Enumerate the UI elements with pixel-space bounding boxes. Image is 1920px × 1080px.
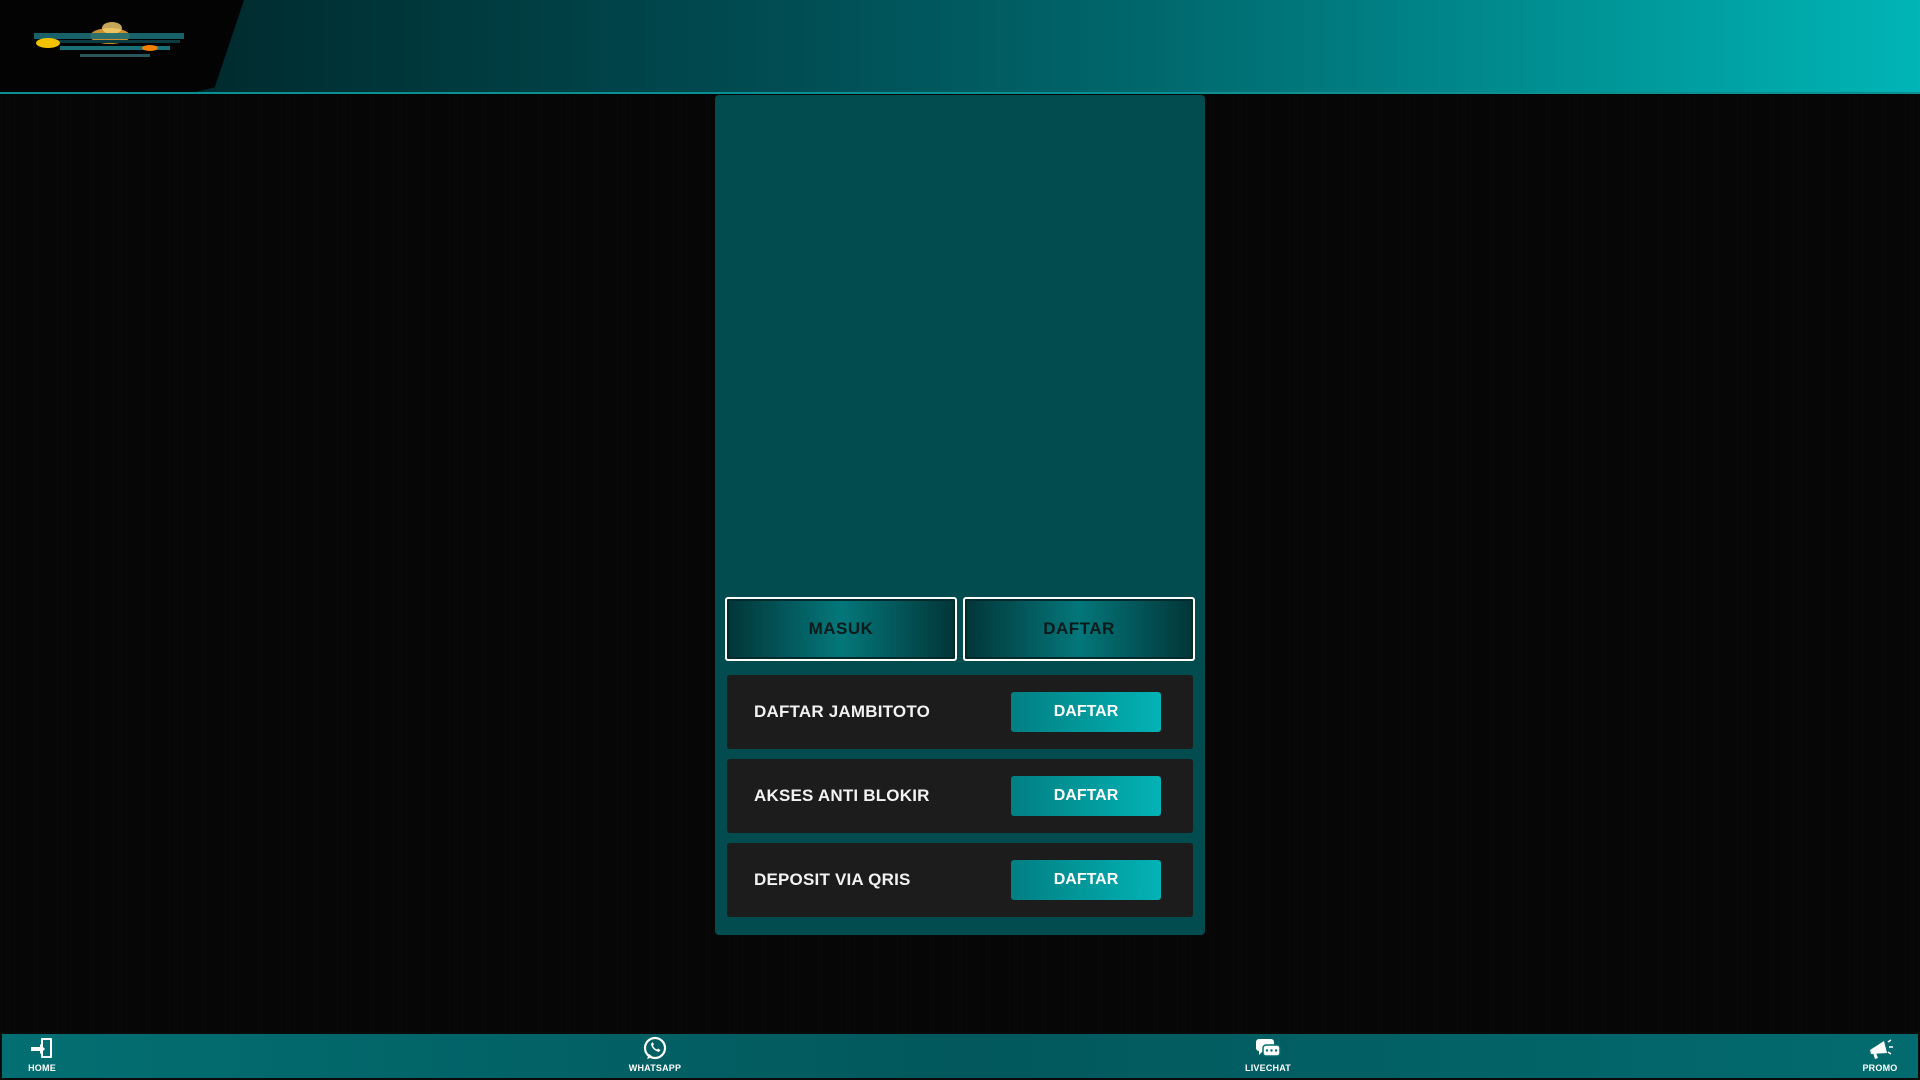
promo-card-label: DEPOSIT VIA QRIS (754, 870, 911, 889)
auth-buttons: MASUK DAFTAR (725, 597, 1195, 661)
promo-card-anti-block: AKSES ANTI BLOKIR DAFTAR (727, 759, 1193, 833)
promo-card-daftar-button[interactable]: DAFTAR (1011, 776, 1161, 816)
promo-card-register: DAFTAR JAMBITOTO DAFTAR (727, 675, 1193, 749)
nav-label: WHATSAPP (628, 1063, 682, 1073)
nav-whatsapp[interactable]: WHATSAPP (615, 1036, 695, 1080)
nav-label: LIVECHAT (1245, 1063, 1291, 1073)
site-logo[interactable] (30, 16, 188, 66)
logo-plate (0, 0, 244, 92)
login-button[interactable]: MASUK (725, 597, 957, 661)
promo-card-daftar-button[interactable]: DAFTAR (1011, 692, 1161, 732)
nav-label: HOME (28, 1063, 56, 1073)
whatsapp-icon (643, 1036, 667, 1060)
register-button[interactable]: DAFTAR (963, 597, 1195, 661)
chat-bubbles-icon (1256, 1039, 1281, 1057)
bottom-nav: HOME WHATSAPP LIVECHAT PROMO (0, 1032, 1920, 1080)
nav-label: PROMO (1862, 1063, 1898, 1073)
promo-card-label: AKSES ANTI BLOKIR (754, 786, 930, 805)
megaphone-icon (1870, 1039, 1893, 1059)
nav-home[interactable]: HOME (2, 1036, 82, 1080)
nav-promo[interactable]: PROMO (1840, 1036, 1920, 1080)
main-panel: MASUK DAFTAR DAFTAR JAMBITOTO DAFTAR AKS… (715, 95, 1205, 935)
top-header (0, 0, 1920, 94)
login-door-icon (31, 1038, 52, 1058)
nav-livechat[interactable]: LIVECHAT (1228, 1036, 1308, 1080)
promo-card-daftar-button[interactable]: DAFTAR (1011, 860, 1161, 900)
promo-card-label: DAFTAR JAMBITOTO (754, 702, 931, 721)
promo-card-qris-deposit: DEPOSIT VIA QRIS DAFTAR (727, 843, 1193, 917)
